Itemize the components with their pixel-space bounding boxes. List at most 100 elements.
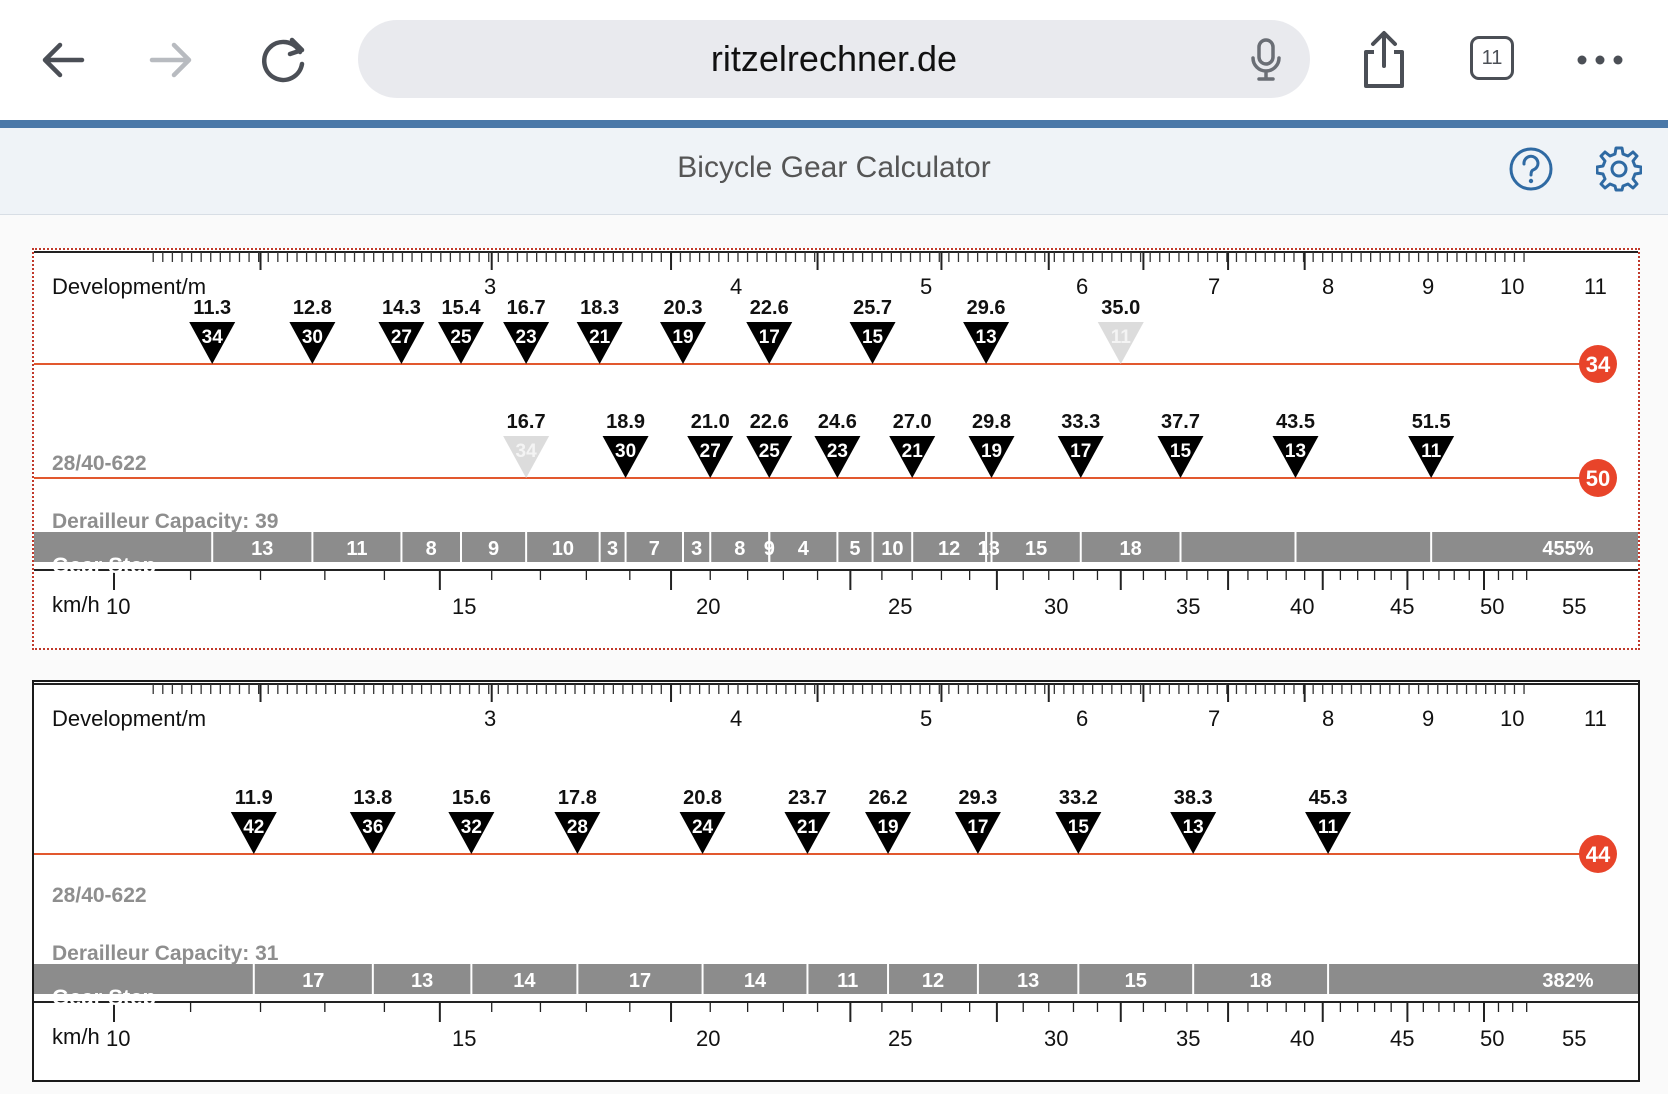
speed-tick-label: 30 <box>1044 1026 1069 1051</box>
gear-step-total: 382% <box>1542 970 1593 992</box>
development-value-label: 18.9 <box>606 411 645 433</box>
cog-teeth-label: 11 <box>1111 327 1132 348</box>
development-value-label: 26.2 <box>869 787 908 809</box>
dev-tick-label: 4 <box>730 706 743 731</box>
speed-tick-label: 10 <box>106 594 131 619</box>
gear-step-value: 18 <box>1250 970 1272 992</box>
development-value-label: 23.7 <box>788 787 827 809</box>
tabs-button[interactable]: 11 <box>1470 36 1514 80</box>
dev-tick-label: 8 <box>1322 706 1335 731</box>
speed-tick-label: 20 <box>696 1026 721 1051</box>
dev-tick-label: 9 <box>1422 274 1435 299</box>
cog-teeth-label: 17 <box>1070 441 1091 462</box>
gear-step-value: 12 <box>938 538 960 560</box>
reload-icon <box>262 37 305 83</box>
cog-teeth-label: 42 <box>243 817 264 838</box>
forward-button[interactable] <box>140 30 200 90</box>
cog-teeth-label: 23 <box>516 327 537 348</box>
dev-tick-label: 5 <box>920 274 933 299</box>
gear-step-value: 14 <box>744 970 767 992</box>
gear-step-value: 8 <box>734 538 745 560</box>
development-value-label: 27.0 <box>893 411 932 433</box>
development-value-label: 16.7 <box>507 297 546 319</box>
gear-step-value: 13 <box>1017 970 1039 992</box>
reload-button[interactable] <box>254 30 314 90</box>
development-value-label: 15.6 <box>452 787 491 809</box>
cog-teeth-label: 34 <box>202 327 224 348</box>
development-value-label: 45.3 <box>1309 787 1348 809</box>
gear-chart-2: 44 42 11.9 36 13.8 32 15.6 28 17.8 24 20.8 21 23.7 19… <box>32 680 1640 1082</box>
gear-step-value: 12 <box>922 970 944 992</box>
cog-teeth-label: 21 <box>589 327 611 348</box>
more-button[interactable] <box>1570 30 1630 90</box>
development-value-label: 14.3 <box>382 297 421 319</box>
dev-tick-label: 7 <box>1208 274 1221 299</box>
address-bar[interactable]: ritzelrechner.de <box>358 20 1310 98</box>
dev-tick-label: 6 <box>1076 706 1089 731</box>
speed-tick-label: 45 <box>1390 1026 1415 1051</box>
chainring-teeth-label: 34 <box>1586 352 1611 377</box>
cog-teeth-label: 27 <box>700 441 721 462</box>
gear-step-value: 4 <box>798 538 810 560</box>
app-header: Bicycle Gear Calculator <box>0 128 1668 215</box>
cog-teeth-label: 21 <box>902 441 924 462</box>
cog-teeth-label: 32 <box>461 817 482 838</box>
development-value-label: 15.4 <box>442 297 482 319</box>
cog-teeth-label: 15 <box>1170 441 1192 462</box>
cog-teeth-label: 30 <box>615 441 636 462</box>
speed-tick-label: 15 <box>452 594 477 619</box>
cog-teeth-label: 34 <box>516 441 538 462</box>
gear-icon[interactable] <box>1596 146 1642 192</box>
back-button[interactable] <box>34 30 94 90</box>
microphone-icon[interactable] <box>1248 38 1284 82</box>
development-value-label: 29.3 <box>958 787 997 809</box>
browser-toolbar: ritzelrechner.de 11 <box>0 0 1668 120</box>
gear-step-value: 3 <box>607 538 618 560</box>
cog-teeth-label: 13 <box>976 327 997 348</box>
cog-teeth-label: 24 <box>692 817 714 838</box>
gear-step-value: 3 <box>691 538 702 560</box>
cog-teeth-label: 13 <box>1183 817 1204 838</box>
dev-tick-label: 3 <box>484 706 497 731</box>
chainring-teeth-label: 50 <box>1586 466 1610 491</box>
development-value-label: 33.3 <box>1061 411 1100 433</box>
arrow-right-icon <box>149 42 192 78</box>
cog-teeth-label: 11 <box>1318 817 1339 838</box>
speed-tick-label: 50 <box>1480 594 1505 619</box>
speed-tick-label: 50 <box>1480 1026 1505 1051</box>
dev-tick-label: 11 <box>1584 706 1607 731</box>
development-value-label: 16.7 <box>507 411 546 433</box>
ellipsis-icon <box>1577 55 1623 65</box>
chainring-teeth-label: 44 <box>1586 842 1611 867</box>
cog-teeth-label: 25 <box>759 441 781 462</box>
cog-teeth-label: 17 <box>967 817 988 838</box>
dev-tick-label: 10 <box>1500 274 1525 299</box>
gear-step-bar <box>34 532 1638 562</box>
speed-tick-label: 55 <box>1562 594 1587 619</box>
dev-tick-label: 8 <box>1322 274 1335 299</box>
development-value-label: 29.6 <box>967 297 1006 319</box>
speed-tick-label: 20 <box>696 594 721 619</box>
speed-tick-label: 35 <box>1176 1026 1201 1051</box>
help-icon[interactable] <box>1508 146 1554 192</box>
cog-teeth-label: 36 <box>362 817 383 838</box>
share-icon <box>1364 31 1404 88</box>
gear-step-value: 15 <box>1025 538 1047 560</box>
gear-step-label: Gear Step <box>52 985 156 1010</box>
share-button[interactable] <box>1354 28 1414 88</box>
development-value-label: 22.6 <box>750 411 789 433</box>
gear-step-value: 18 <box>1119 538 1141 560</box>
gear-step-total: 455% <box>1542 538 1593 560</box>
dev-tick-label: 5 <box>920 706 933 731</box>
gear-step-bar <box>34 964 1638 994</box>
gear-step-value: 10 <box>552 538 574 560</box>
gear-step-value: 5 <box>849 538 860 560</box>
speed-tick-label: 10 <box>106 1026 131 1051</box>
tire-size-label: 28/40-622 <box>52 452 147 475</box>
cog-teeth-label: 27 <box>391 327 412 348</box>
dev-tick-label: 10 <box>1500 706 1525 731</box>
url-text: ritzelrechner.de <box>710 38 958 79</box>
development-value-label: 35.0 <box>1101 297 1140 319</box>
cog-teeth-label: 19 <box>672 327 693 348</box>
development-value-label: 33.2 <box>1059 787 1098 809</box>
